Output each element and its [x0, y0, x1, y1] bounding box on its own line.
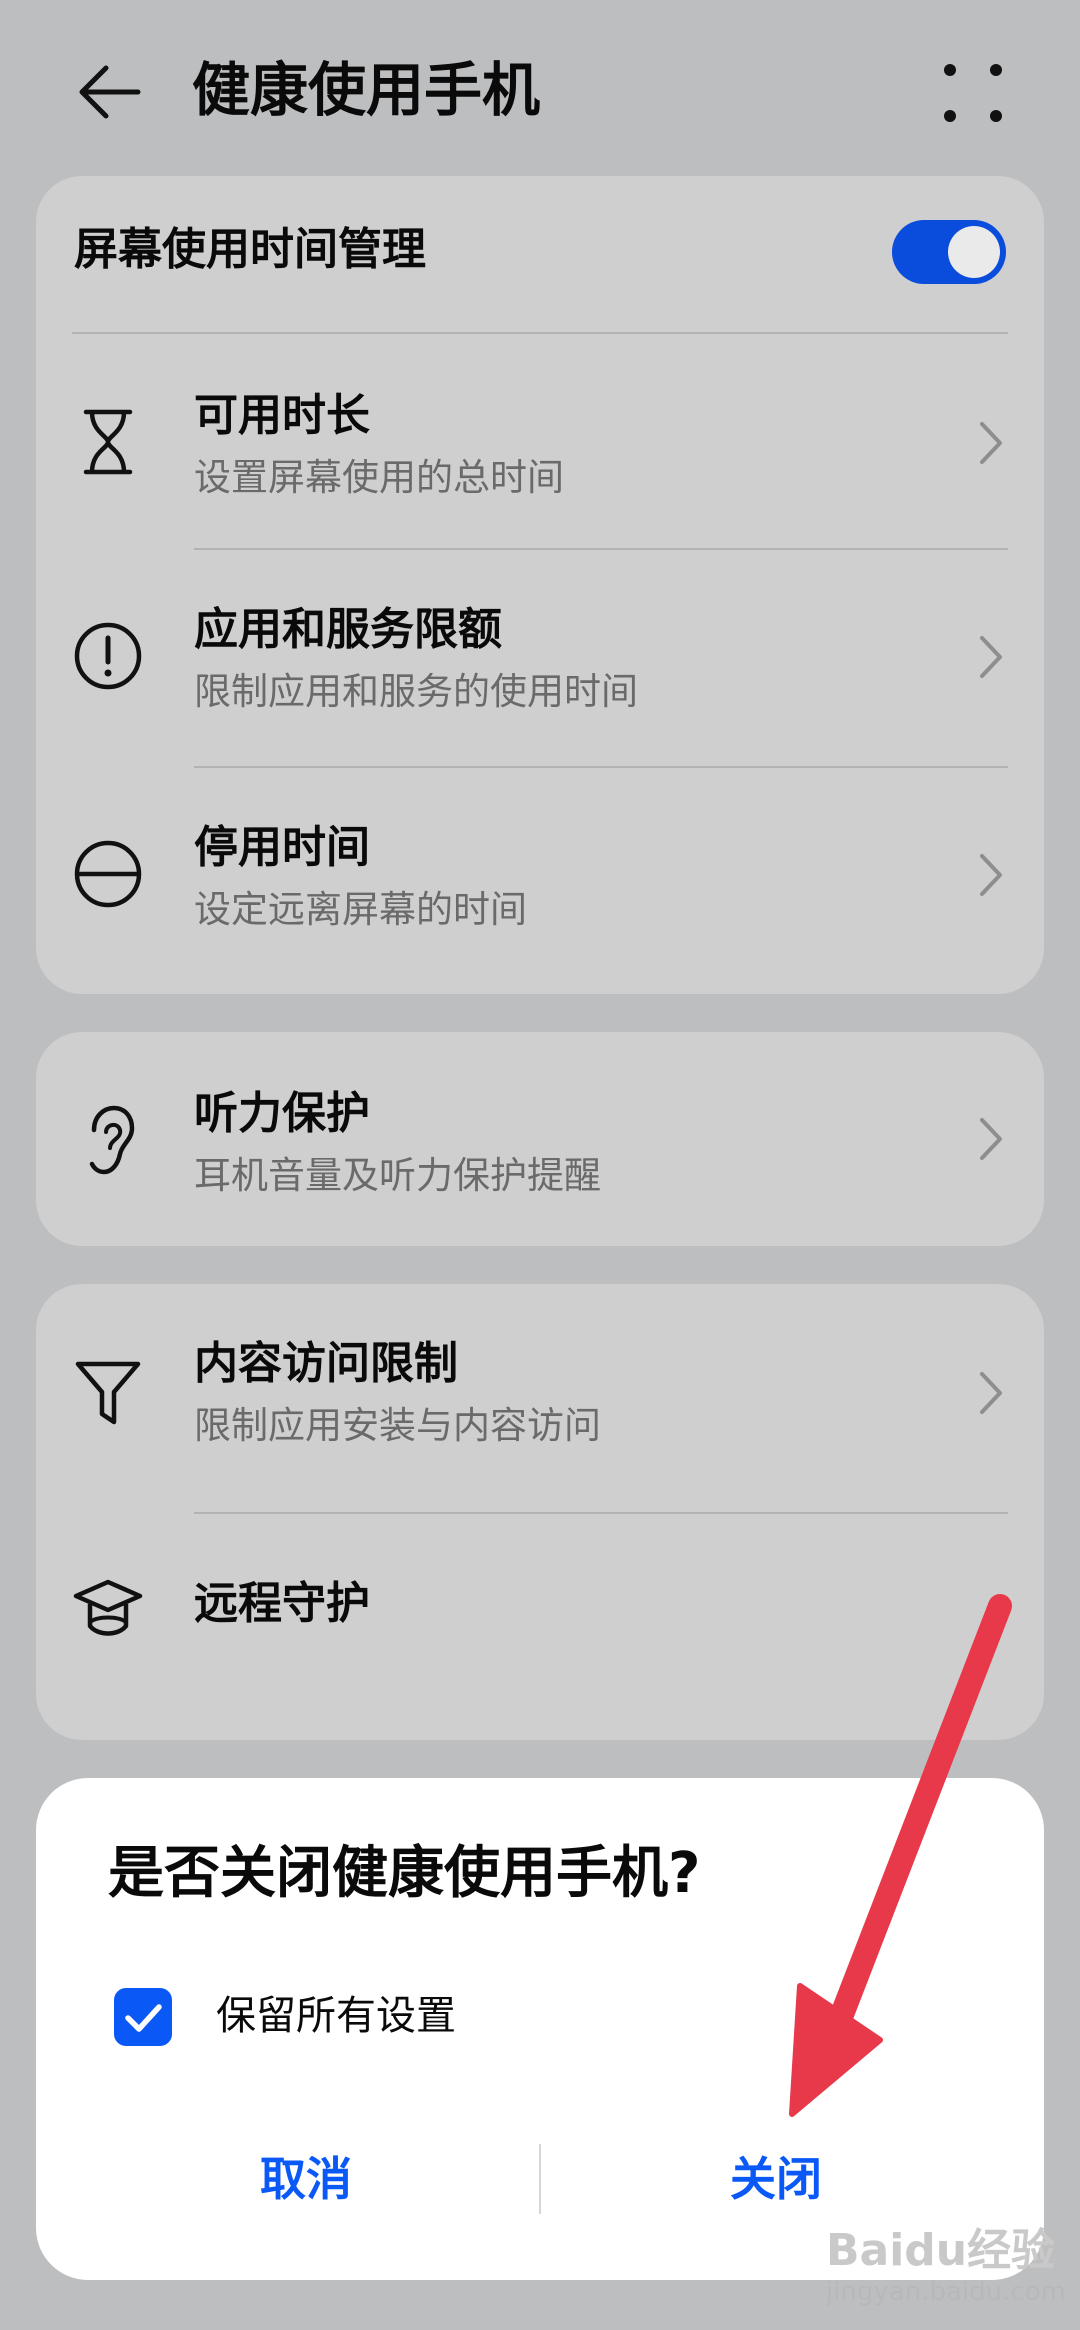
- minus-circle-icon: [74, 840, 142, 908]
- app-bar: 健康使用手机: [0, 0, 1080, 180]
- item-subtitle: 耳机音量及听力保护提醒: [194, 1154, 601, 1197]
- keep-settings-label[interactable]: 保留所有设置: [216, 1986, 456, 2046]
- confirm-dialog: 是否关闭健康使用手机? 保留所有设置 取消 关闭: [36, 1778, 1044, 2280]
- screen-time-switch[interactable]: [892, 220, 1006, 284]
- watermark-logo: Baidu经验: [826, 2225, 1056, 2276]
- hourglass-icon: [83, 409, 133, 475]
- ear-icon: [89, 1105, 135, 1175]
- keep-settings-checkbox[interactable]: [114, 1988, 172, 2046]
- more-options-icon[interactable]: [938, 58, 1008, 128]
- alert-circle-icon: [74, 622, 142, 690]
- graduation-cap-icon: [73, 1579, 143, 1636]
- list-item-downtime[interactable]: 停用时间 设定远离屏幕的时间: [36, 768, 1044, 994]
- close-button[interactable]: 关闭: [536, 2134, 1016, 2224]
- hearing-card: 听力保护 耳机音量及听力保护提醒: [36, 1032, 1044, 1246]
- screen-time-card: 屏幕使用时间管理 可用时长 设置屏幕使用的总时间 应用和服务限额 限制应用和服务…: [36, 176, 1044, 994]
- list-item-available-time[interactable]: 可用时长 设置屏幕使用的总时间: [36, 334, 1044, 548]
- filter-funnel-icon: [75, 1361, 141, 1425]
- item-title: 远程守护: [194, 1578, 370, 1629]
- watermark-url: jingyan.baidu.com: [826, 2277, 1066, 2307]
- baidu-watermark: Baidu经验 jingyan.baidu.com: [826, 2226, 1066, 2308]
- content-card: 内容访问限制 限制应用安装与内容访问 远程守护: [36, 1284, 1044, 1740]
- chevron-right-icon: [980, 1372, 1002, 1414]
- checkmark-icon: [125, 2004, 162, 2032]
- item-subtitle: 限制应用安装与内容访问: [194, 1404, 601, 1447]
- item-title: 停用时间: [194, 822, 370, 873]
- item-title: 听力保护: [194, 1088, 370, 1139]
- screen-time-label: 屏幕使用时间管理: [74, 224, 426, 275]
- screen-time-toggle-row[interactable]: 屏幕使用时间管理: [36, 176, 1044, 332]
- item-subtitle: 设定远离屏幕的时间: [194, 888, 527, 931]
- item-title: 可用时长: [194, 390, 370, 441]
- chevron-right-icon: [980, 1118, 1002, 1160]
- item-subtitle: 设置屏幕使用的总时间: [194, 456, 564, 499]
- page-title: 健康使用手机: [192, 56, 541, 124]
- chevron-right-icon: [980, 422, 1002, 464]
- switch-knob: [948, 226, 1000, 278]
- cancel-button[interactable]: 取消: [66, 2134, 546, 2224]
- item-title: 内容访问限制: [194, 1338, 458, 1389]
- list-item-app-limits[interactable]: 应用和服务限额 限制应用和服务的使用时间: [36, 550, 1044, 766]
- list-item-content-restrictions[interactable]: 内容访问限制 限制应用安装与内容访问: [36, 1284, 1044, 1512]
- item-subtitle: 限制应用和服务的使用时间: [194, 670, 638, 713]
- dialog-title: 是否关闭健康使用手机?: [108, 1841, 701, 1906]
- back-arrow-icon[interactable]: [70, 52, 150, 132]
- chevron-right-icon: [980, 854, 1002, 896]
- list-item-remote-guard[interactable]: 远程守护: [36, 1514, 1044, 1740]
- item-title: 应用和服务限额: [194, 604, 502, 655]
- chevron-right-icon: [980, 636, 1002, 678]
- list-item-hearing-protection[interactable]: 听力保护 耳机音量及听力保护提醒: [36, 1032, 1044, 1246]
